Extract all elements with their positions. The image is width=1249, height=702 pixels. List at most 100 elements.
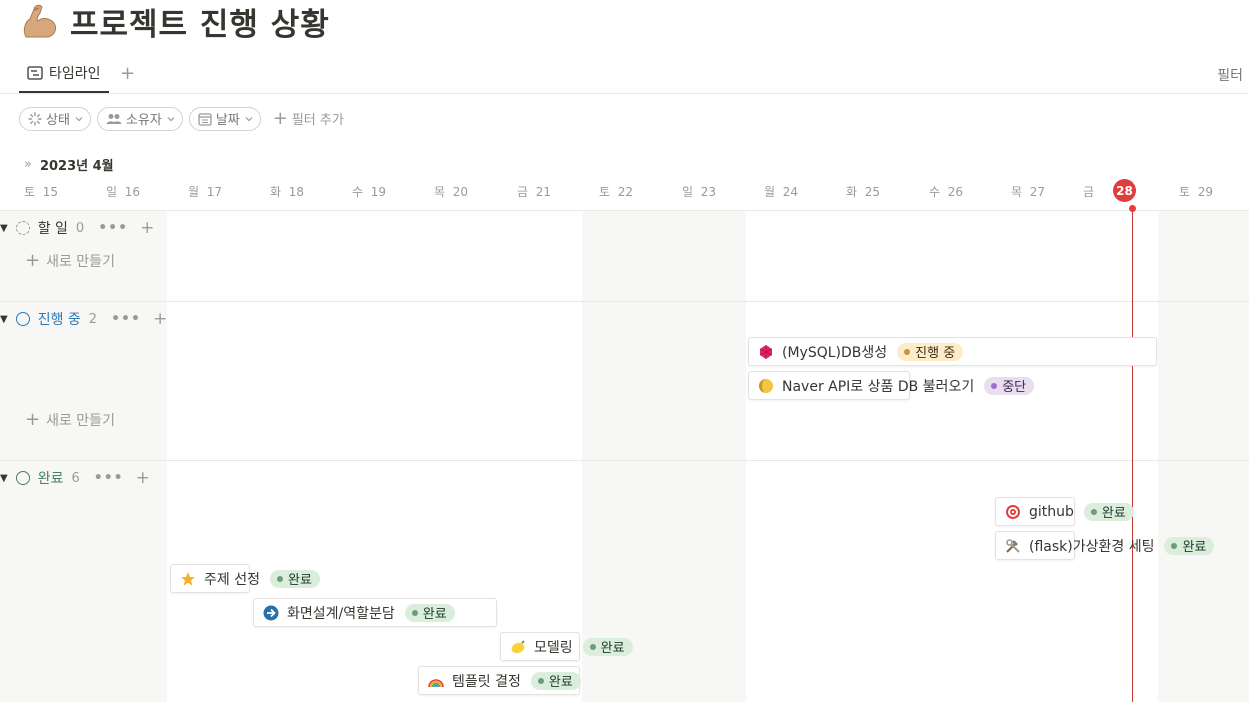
day-label: 일 23 <box>682 185 716 199</box>
tab-label: 타임라인 <box>49 66 101 82</box>
calendar-icon <box>198 112 212 126</box>
timeline-item-mysql[interactable]: (MySQL)DB생성 진행 중 <box>758 337 964 366</box>
group-count: 2 <box>88 311 98 327</box>
item-title: github <box>1029 503 1074 520</box>
status-badge: 완료 <box>269 569 320 588</box>
timeline-item-topic[interactable]: 주제 선정 완료 <box>180 564 320 593</box>
group-header-todo[interactable]: ▼ 할 일 0 ••• + <box>0 217 154 239</box>
group-header-in-progress[interactable]: ▼ 진행 중 2 ••• + <box>0 308 167 330</box>
divider <box>0 210 1249 211</box>
tab-timeline[interactable]: 타임라인 <box>19 55 109 93</box>
done-status-icon <box>15 471 30 485</box>
timeline-item-screen[interactable]: 화면설계/역할분담 완료 <box>263 598 455 627</box>
rainbow-icon <box>428 673 444 689</box>
status-badge: 진행 중 <box>897 342 964 361</box>
flexed-biceps-icon[interactable] <box>20 1 60 41</box>
timeline-item-template[interactable]: 템플릿 결정 완료 <box>428 666 581 695</box>
date-filter-label: 날짜 <box>215 113 240 128</box>
status-badge: 완료 <box>1164 536 1215 555</box>
day-label-today: 금 <box>1083 185 1095 199</box>
new-item-label: 새로 만들기 <box>46 253 115 270</box>
add-item-icon[interactable]: + <box>140 218 154 238</box>
divider <box>0 301 1249 302</box>
add-filter-button[interactable]: + 필터 추가 <box>273 108 344 129</box>
people-icon <box>106 113 122 124</box>
today-dot <box>1129 205 1136 212</box>
day-label: 토 29 <box>1179 185 1213 199</box>
item-title: 모델링 <box>534 639 573 656</box>
plus-icon: + <box>25 250 41 271</box>
arrow-right-circle-icon <box>263 605 279 621</box>
date-filter-chip[interactable]: 날짜 <box>188 106 261 131</box>
item-title: 템플릿 결정 <box>452 673 521 690</box>
more-options-icon[interactable]: ••• <box>111 311 141 327</box>
status-filter-chip[interactable]: 상태 <box>19 106 91 131</box>
chevron-down-icon <box>167 116 175 121</box>
status-loader-icon <box>28 111 42 126</box>
page-header: 프로젝트 진행 상황 <box>20 0 330 44</box>
page-title[interactable]: 프로젝트 진행 상황 <box>70 0 330 44</box>
view-tabbar: 타임라인 + 필터 <box>0 55 1249 94</box>
group-count: 0 <box>75 220 85 236</box>
more-options-icon[interactable]: ••• <box>98 220 128 236</box>
timeline-icon <box>27 66 43 80</box>
group-label: 완료 <box>37 471 64 487</box>
collapse-triangle-icon[interactable]: ▼ <box>0 473 8 484</box>
filter-bar: 상태 소유자 날짜 + 필터 추가 <box>19 106 344 131</box>
item-title: 화면설계/역할분담 <box>287 605 395 622</box>
day-label: 월 17 <box>188 185 222 199</box>
collapse-triangle-icon[interactable]: ▼ <box>0 314 8 325</box>
day-label: 화 25 <box>846 185 880 199</box>
day-label: 화 18 <box>270 185 304 199</box>
gem-icon <box>758 344 774 360</box>
add-view-icon[interactable]: + <box>120 63 135 84</box>
new-item-button[interactable]: + 새로 만들기 <box>25 409 115 430</box>
chevron-down-icon <box>75 116 83 121</box>
add-item-icon[interactable]: + <box>153 309 167 329</box>
weekend-column <box>582 211 746 702</box>
plus-icon: + <box>25 409 41 430</box>
timeline-item-github[interactable]: github 완료 <box>1005 497 1134 526</box>
collapse-triangle-icon[interactable]: ▼ <box>0 223 8 234</box>
status-badge: 완료 <box>1083 502 1134 521</box>
day-label: 금 21 <box>517 185 551 199</box>
plus-icon: + <box>272 108 288 129</box>
day-label: 일 16 <box>106 185 140 199</box>
owner-filter-chip[interactable]: 소유자 <box>96 106 183 131</box>
group-count: 6 <box>71 470 80 486</box>
weekend-column <box>1158 211 1249 702</box>
item-title: 주제 선정 <box>204 571 260 588</box>
new-item-label: 새로 만들기 <box>46 412 115 429</box>
owner-filter-label: 소유자 <box>125 113 162 128</box>
day-label: 월 24 <box>764 185 798 199</box>
target-icon <box>1005 504 1021 520</box>
item-title: Naver API로 상품 DB 불러오기 <box>782 378 975 395</box>
day-label: 수 26 <box>929 185 963 199</box>
status-badge: 완료 <box>404 603 455 622</box>
today-line <box>1132 209 1133 702</box>
timeline-item-flask[interactable]: (flask)가상환경 세팅 완료 <box>1005 531 1215 560</box>
timeline-item-model[interactable]: 모델링 완료 <box>510 632 633 661</box>
add-item-icon[interactable]: + <box>136 468 150 488</box>
status-badge: 중단 <box>984 376 1035 395</box>
filter-button[interactable]: 필터 <box>1217 65 1243 85</box>
lemon-icon <box>510 639 526 655</box>
more-options-icon[interactable]: ••• <box>94 470 124 486</box>
star-icon <box>180 571 196 587</box>
divider <box>0 460 1249 461</box>
month-label: 2023년 4월 <box>39 159 114 174</box>
add-filter-label: 필터 추가 <box>291 113 344 128</box>
moon-icon <box>758 378 774 394</box>
group-header-done[interactable]: ▼ 완료 6 ••• + <box>0 467 150 489</box>
new-item-button[interactable]: + 새로 만들기 <box>25 250 115 271</box>
month-header: » 2023년 4월 <box>24 155 114 174</box>
chevron-down-icon <box>245 116 253 121</box>
timeline-left-gutter <box>0 211 167 702</box>
double-chevron-right-icon[interactable]: » <box>24 157 32 172</box>
day-label: 목 20 <box>434 185 468 199</box>
todo-status-icon <box>15 221 30 235</box>
status-filter-label: 상태 <box>46 113 70 128</box>
day-label: 수 19 <box>352 185 386 199</box>
tools-icon <box>1005 538 1021 554</box>
timeline-item-naver[interactable]: Naver API로 상품 DB 불러오기 중단 <box>758 371 1035 400</box>
